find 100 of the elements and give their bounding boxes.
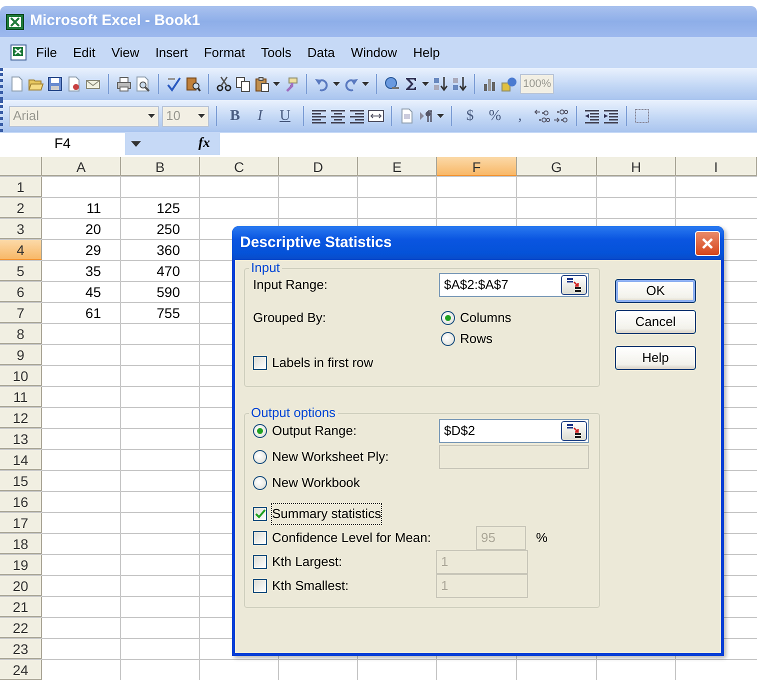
input-field[interactable]: $A$2:$A$7 xyxy=(439,272,589,296)
column-header[interactable]: B xyxy=(121,157,200,176)
row-header[interactable]: 5 xyxy=(0,261,42,281)
row-header[interactable]: 6 xyxy=(0,282,42,302)
dropdown-arrow-icon[interactable] xyxy=(333,82,340,86)
column-header[interactable]: D xyxy=(279,157,358,176)
align-left-icon[interactable] xyxy=(311,108,327,124)
dialog-button[interactable]: OK xyxy=(615,279,696,303)
checkbox-label[interactable]: Kth Largest: xyxy=(272,552,342,572)
column-header[interactable]: I xyxy=(676,157,757,176)
dropdown-arrow-icon[interactable] xyxy=(362,82,369,86)
italic-button[interactable]: I xyxy=(249,106,271,126)
row-header[interactable]: 21 xyxy=(0,597,42,617)
checkbox[interactable] xyxy=(253,507,267,521)
align-center-icon[interactable] xyxy=(330,108,346,124)
radio-button[interactable] xyxy=(253,450,267,464)
row-header[interactable]: 18 xyxy=(0,534,42,554)
menu-item[interactable]: Data xyxy=(299,40,343,64)
row-header[interactable]: 1 xyxy=(0,177,42,197)
print-preview-icon[interactable] xyxy=(135,76,151,92)
collapse-dialog-button[interactable] xyxy=(561,274,587,294)
column-header[interactable]: G xyxy=(517,157,597,176)
radio-button[interactable] xyxy=(253,476,267,490)
drawing-icon[interactable] xyxy=(501,76,517,92)
sum-icon[interactable] xyxy=(403,76,419,92)
menu-item[interactable]: View xyxy=(103,40,148,64)
menu-item[interactable]: Format xyxy=(196,40,253,64)
row-header[interactable]: 14 xyxy=(0,450,42,470)
comma-button[interactable]: , xyxy=(509,106,531,126)
radio-label[interactable]: Rows xyxy=(460,328,493,348)
chart-icon[interactable] xyxy=(482,76,498,92)
collapse-dialog-icon[interactable] xyxy=(566,423,582,439)
row-header[interactable]: 9 xyxy=(0,345,42,365)
radio-button[interactable] xyxy=(441,332,455,346)
radio-button[interactable] xyxy=(253,424,267,438)
function-label[interactable]: fx xyxy=(198,133,210,154)
bold-button[interactable]: B xyxy=(224,106,246,126)
checkbox-label[interactable]: Kth Smallest: xyxy=(272,576,349,596)
save-icon[interactable] xyxy=(47,76,63,92)
cut-icon[interactable] xyxy=(216,76,232,92)
row-header[interactable]: 17 xyxy=(0,513,42,533)
row-header[interactable]: 11 xyxy=(0,387,42,407)
name-box[interactable]: F4 xyxy=(0,132,125,154)
menu-item[interactable]: Tools xyxy=(253,40,300,64)
dropdown-arrow-icon[interactable] xyxy=(131,140,141,146)
print-icon[interactable] xyxy=(116,76,132,92)
row-header[interactable]: 20 xyxy=(0,576,42,596)
close-icon[interactable] xyxy=(700,236,715,250)
dropdown-arrow-icon[interactable] xyxy=(422,82,429,86)
percent-button[interactable]: % xyxy=(484,106,506,126)
checkbox-label[interactable]: Confidence Level for Mean: xyxy=(272,528,431,548)
decrease-decimal-icon[interactable] xyxy=(553,108,569,124)
row-header[interactable]: 3 xyxy=(0,219,42,239)
row-header[interactable]: 24 xyxy=(0,660,42,680)
radio-label[interactable]: Columns xyxy=(460,308,512,328)
row-header[interactable]: 12 xyxy=(0,408,42,428)
column-header[interactable]: H xyxy=(597,157,676,176)
checkbox[interactable] xyxy=(253,531,267,545)
menu-item[interactable]: Edit xyxy=(64,40,104,64)
workbook-icon[interactable] xyxy=(8,44,28,61)
sort-descending-icon[interactable] xyxy=(451,76,467,92)
row-header[interactable]: 8 xyxy=(0,324,42,344)
borders-icon[interactable] xyxy=(634,108,650,124)
spelling-icon[interactable] xyxy=(166,76,182,92)
sort-ascending-icon[interactable] xyxy=(432,76,448,92)
collapse-dialog-icon[interactable] xyxy=(566,276,582,292)
column-header[interactable]: C xyxy=(200,157,279,176)
input-field[interactable]: $D$2 xyxy=(439,419,589,443)
paragraph-direction-icon[interactable] xyxy=(418,108,434,124)
radio-label[interactable]: New Workbook xyxy=(272,473,360,493)
menu-item[interactable]: Help xyxy=(405,40,448,64)
new-document-icon[interactable] xyxy=(9,76,25,92)
checkbox[interactable] xyxy=(253,555,267,569)
checkbox[interactable] xyxy=(253,579,267,593)
checkbox[interactable] xyxy=(253,356,267,370)
row-header[interactable]: 19 xyxy=(0,555,42,575)
checkbox-label[interactable]: Labels in first row xyxy=(272,352,374,372)
menu-item[interactable]: Insert xyxy=(147,40,196,64)
column-header[interactable]: A xyxy=(42,157,121,176)
page-icon[interactable] xyxy=(399,108,415,124)
checkbox-label[interactable]: Summary statistics xyxy=(272,504,382,524)
row-header[interactable]: 10 xyxy=(0,366,42,386)
radio-label[interactable]: New Worksheet Ply: xyxy=(272,447,389,467)
dropdown-arrow-icon[interactable] xyxy=(437,114,444,118)
radio-button[interactable] xyxy=(441,310,455,324)
row-header[interactable]: 15 xyxy=(0,471,42,491)
dropdown-arrow-icon[interactable] xyxy=(198,114,204,118)
formula-input[interactable] xyxy=(220,132,757,154)
row-header[interactable]: 4 xyxy=(0,240,42,260)
dialog-button[interactable]: Cancel xyxy=(615,310,696,334)
paste-icon[interactable] xyxy=(254,76,270,92)
dialog-button[interactable]: Help xyxy=(615,346,696,370)
merge-center-icon[interactable] xyxy=(368,108,384,124)
research-icon[interactable] xyxy=(185,76,201,92)
decrease-indent-icon[interactable] xyxy=(584,108,600,124)
copy-icon[interactable] xyxy=(235,76,251,92)
increase-decimal-icon[interactable] xyxy=(534,108,550,124)
collapse-dialog-button[interactable] xyxy=(561,421,587,441)
hyperlink-icon[interactable] xyxy=(384,76,400,92)
column-header[interactable]: F xyxy=(437,157,517,176)
